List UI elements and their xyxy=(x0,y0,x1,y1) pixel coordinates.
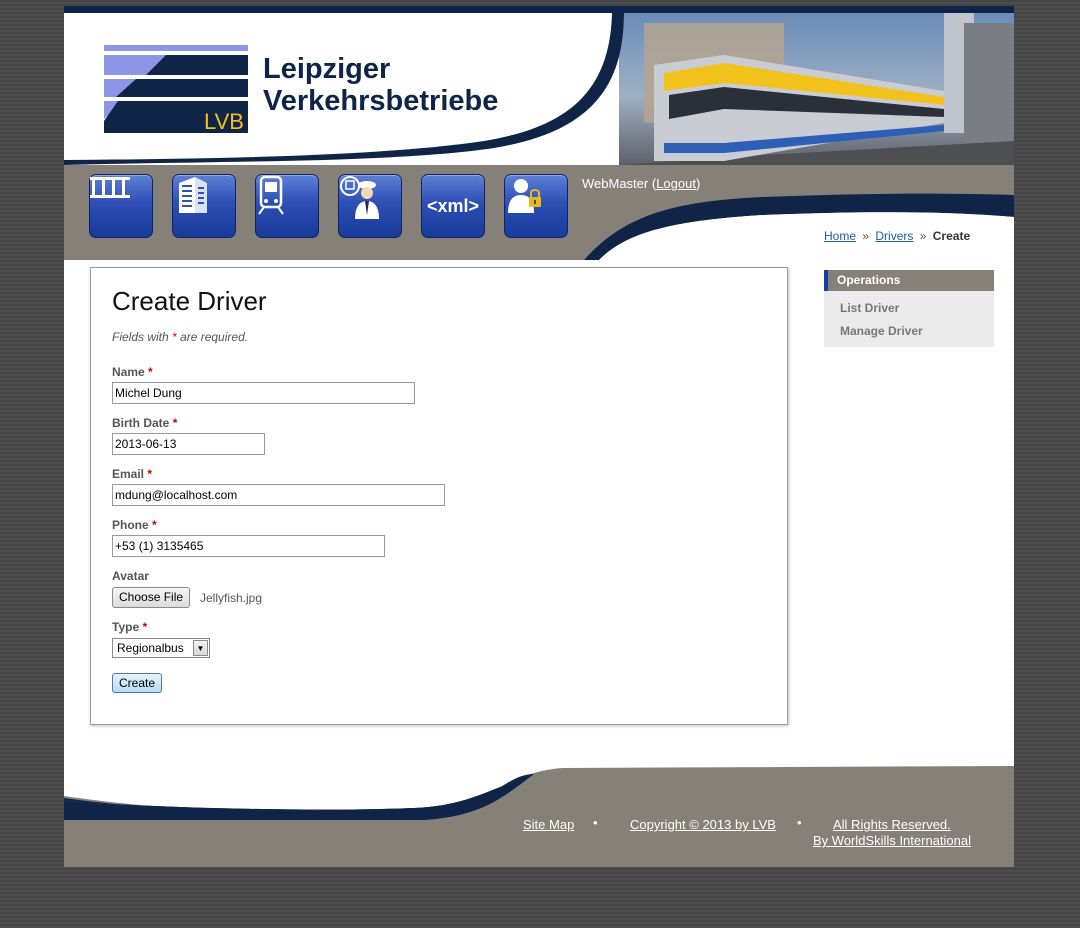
name-field[interactable] xyxy=(112,382,415,404)
user-info: WebMaster (Logout) xyxy=(582,176,701,191)
nav-band: <xml> xyxy=(64,165,1014,260)
list-driver-link[interactable]: List Driver xyxy=(840,301,899,315)
nav-drivers-button[interactable] xyxy=(338,174,402,238)
tram-stop-icon xyxy=(90,177,130,198)
operations-title: Operations xyxy=(824,270,994,291)
create-button[interactable]: Create xyxy=(112,673,163,693)
copyright-link[interactable]: Copyright © 2013 by LVB xyxy=(630,817,776,832)
breadcrumb: Home » Drivers » Create xyxy=(824,229,971,243)
site-title-line2: Verkehrsbetriebe xyxy=(263,85,499,117)
dropdown-arrow-icon: ▼ xyxy=(193,640,208,656)
breadcrumb-drivers-link[interactable]: Drivers xyxy=(875,229,913,243)
footer-bullet: • xyxy=(797,815,802,830)
top-bar xyxy=(64,6,1014,13)
all-rights-link[interactable]: All Rights Reserved. xyxy=(833,817,951,832)
page: LVB Leipziger Verkehrsbetriebe <xml> Web… xyxy=(64,6,1014,867)
phone-label: Phone * xyxy=(112,518,157,532)
xml-icon: <xml> xyxy=(426,195,480,216)
type-label: Type * xyxy=(112,620,148,634)
type-select[interactable]: Regionalbus ▼ xyxy=(112,638,210,658)
logo-badge: LVB xyxy=(204,109,244,134)
nav-trams-button[interactable] xyxy=(255,174,319,238)
phone-field[interactable] xyxy=(112,535,385,557)
manage-driver-link[interactable]: Manage Driver xyxy=(840,324,923,338)
email-field[interactable] xyxy=(112,484,445,506)
create-driver-form: Create Driver Fields with * are required… xyxy=(90,267,788,725)
user-name: WebMaster xyxy=(582,176,649,191)
page-title: Create Driver xyxy=(112,286,267,316)
footer-bullet: • xyxy=(593,815,598,830)
logout-link[interactable]: Logout xyxy=(656,176,696,191)
tram-icon xyxy=(258,175,284,215)
nav-depots-button[interactable] xyxy=(172,174,236,238)
worldskills-link[interactable]: By WorldSkills International xyxy=(813,833,971,848)
operations-panel: Operations List Driver Manage Driver xyxy=(824,270,994,347)
breadcrumb-home-link[interactable]: Home xyxy=(824,229,856,243)
nav-stops-button[interactable] xyxy=(89,174,153,238)
name-label: Name * xyxy=(112,365,153,379)
nav-xml-button[interactable]: <xml> xyxy=(421,174,485,238)
user-key-icon xyxy=(508,179,541,213)
selected-file-name: Jellyfish.jpg xyxy=(200,591,263,605)
avatar-label: Avatar xyxy=(112,569,149,583)
depot-building-icon xyxy=(179,177,207,213)
site-title-line1: Leipziger xyxy=(263,53,391,85)
birth-date-field[interactable] xyxy=(112,433,265,455)
lvb-logo: LVB xyxy=(104,45,248,134)
header: LVB Leipziger Verkehrsbetriebe xyxy=(64,13,1014,165)
breadcrumb-current: Create xyxy=(932,229,971,243)
site-map-link[interactable]: Site Map xyxy=(523,817,574,832)
choose-file-button[interactable]: Choose File xyxy=(112,587,191,608)
email-label: Email * xyxy=(112,467,153,481)
site-title: Leipziger Verkehrsbetriebe xyxy=(263,53,498,117)
nav-users-button[interactable] xyxy=(504,174,568,238)
required-note: Fields with * are required. xyxy=(112,330,249,344)
driver-icon xyxy=(340,176,379,219)
type-select-value: Regionalbus xyxy=(117,641,184,655)
footer: Site Map • Copyright © 2013 by LVB • All… xyxy=(64,756,1014,867)
birth-date-label: Birth Date * xyxy=(112,416,178,430)
